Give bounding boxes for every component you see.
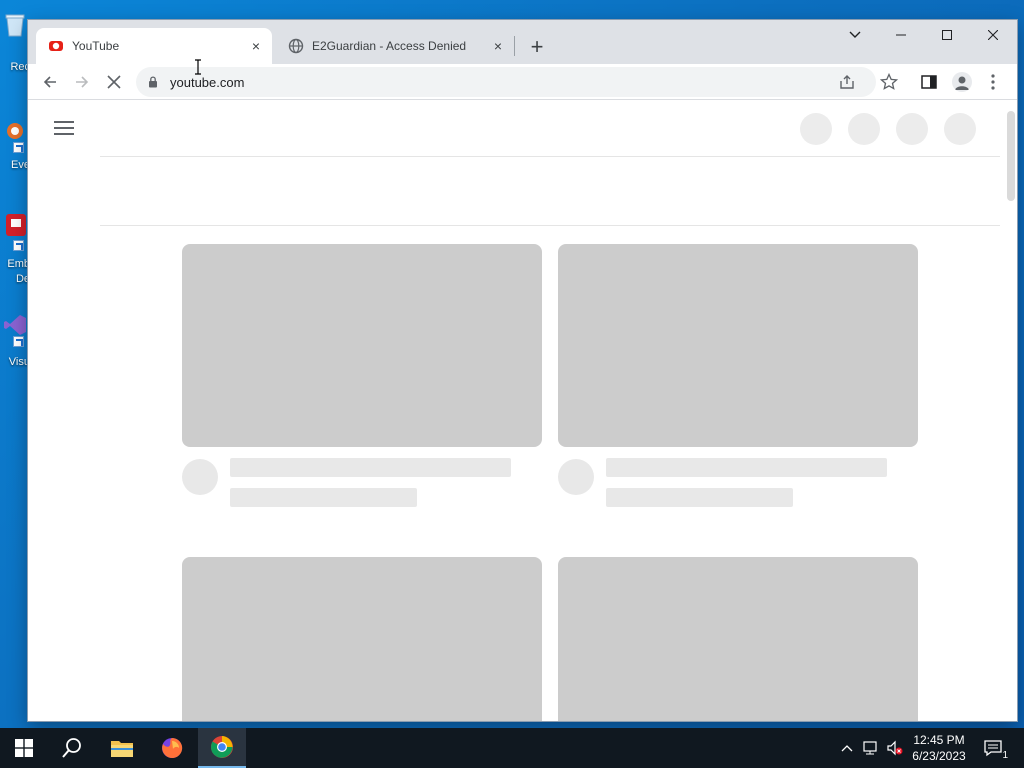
tab-e2guardian[interactable]: E2Guardian - Access Denied × bbox=[278, 28, 514, 64]
chevron-up-icon bbox=[841, 745, 853, 752]
maximize-icon bbox=[942, 30, 952, 40]
network-icon bbox=[863, 741, 877, 755]
windows-logo-icon bbox=[15, 739, 33, 757]
profile-avatar[interactable] bbox=[952, 72, 972, 92]
new-tab-button[interactable]: + bbox=[524, 34, 550, 60]
search-button[interactable] bbox=[48, 728, 96, 768]
maximize-button[interactable] bbox=[924, 20, 970, 50]
video-thumbnail-skeleton bbox=[182, 557, 542, 721]
minimize-button[interactable] bbox=[878, 20, 924, 50]
tab-search-button[interactable] bbox=[832, 20, 878, 50]
tab-title: E2Guardian - Access Denied bbox=[312, 39, 467, 53]
taskbar: 12:45 PM 6/23/2023 1 bbox=[0, 728, 1024, 768]
chips-divider bbox=[100, 225, 1000, 226]
minimize-icon bbox=[896, 34, 906, 36]
back-button[interactable] bbox=[35, 67, 65, 97]
youtube-favicon-icon bbox=[49, 41, 63, 51]
globe-icon bbox=[288, 38, 304, 54]
show-hidden-icons-button[interactable] bbox=[838, 739, 856, 757]
notification-icon bbox=[984, 740, 1002, 757]
menu-icon[interactable] bbox=[54, 121, 74, 135]
side-panel-icon[interactable] bbox=[921, 74, 937, 90]
recycle-bin-icon bbox=[5, 14, 25, 37]
skeleton-header-icon bbox=[848, 113, 880, 145]
video-thumbnail-skeleton bbox=[182, 244, 542, 447]
page-scrollbar[interactable] bbox=[1007, 111, 1015, 201]
close-window-button[interactable] bbox=[970, 20, 1016, 50]
browser-toolbar: youtube.com bbox=[28, 64, 1017, 100]
lock-icon bbox=[149, 76, 157, 88]
video-thumbnail-skeleton bbox=[558, 557, 918, 721]
shortcut-arrow-icon bbox=[13, 142, 24, 153]
video-thumbnail-skeleton bbox=[558, 244, 918, 447]
header-divider bbox=[100, 156, 1000, 157]
close-icon bbox=[107, 75, 121, 89]
embarcadero-app-icon bbox=[6, 214, 26, 236]
browser-window: YouTube × E2Guardian - Access Denied × + bbox=[28, 20, 1017, 721]
chrome-button[interactable] bbox=[198, 728, 246, 768]
page-content bbox=[28, 101, 1017, 721]
person-icon bbox=[955, 76, 969, 90]
forward-button[interactable] bbox=[67, 67, 97, 97]
video-meta-skeleton bbox=[606, 488, 793, 507]
close-tab-icon[interactable]: × bbox=[488, 36, 508, 56]
search-icon bbox=[62, 738, 81, 758]
desktop-icon-label: Emb bbox=[7, 258, 30, 270]
text-cursor-icon bbox=[195, 59, 201, 75]
visual-studio-icon bbox=[4, 315, 26, 335]
chrome-icon bbox=[211, 736, 233, 758]
arrow-right-icon bbox=[76, 76, 89, 88]
notifications-button[interactable]: 1 bbox=[982, 739, 1008, 761]
firefox-icon bbox=[162, 737, 183, 758]
tab-strip: YouTube × E2Guardian - Access Denied × + bbox=[28, 20, 1017, 64]
skeleton-header-icon bbox=[800, 113, 832, 145]
tab-separator bbox=[514, 36, 515, 56]
skeleton-header-icon bbox=[944, 113, 976, 145]
channel-avatar-skeleton bbox=[558, 459, 594, 495]
shortcut-arrow-icon bbox=[13, 336, 24, 347]
address-bar-url: youtube.com bbox=[170, 75, 245, 90]
arrow-left-icon bbox=[43, 76, 56, 88]
tab-title: YouTube bbox=[72, 39, 120, 53]
video-title-skeleton bbox=[230, 458, 511, 477]
folder-icon bbox=[111, 741, 133, 757]
desktop-icon-label: Visu bbox=[8, 356, 30, 368]
chevron-down-icon bbox=[849, 31, 861, 38]
bookmark-star-icon[interactable] bbox=[880, 73, 898, 91]
clock-time: 12:45 PM bbox=[913, 733, 965, 747]
address-bar[interactable]: youtube.com bbox=[136, 67, 876, 97]
volume-button[interactable] bbox=[886, 739, 904, 757]
shortcut-arrow-icon bbox=[13, 240, 24, 251]
start-button[interactable] bbox=[0, 728, 48, 768]
video-title-skeleton bbox=[606, 458, 887, 477]
file-explorer-button[interactable] bbox=[98, 728, 146, 768]
network-button[interactable] bbox=[862, 739, 880, 757]
volume-muted-icon bbox=[887, 740, 903, 756]
more-vert-icon[interactable] bbox=[990, 73, 996, 91]
close-icon bbox=[988, 30, 998, 40]
system-clock[interactable]: 12:45 PM 6/23/2023 bbox=[906, 732, 972, 764]
share-icon[interactable] bbox=[838, 73, 856, 91]
firefox-button[interactable] bbox=[148, 728, 196, 768]
close-tab-icon[interactable]: × bbox=[246, 36, 266, 56]
skeleton-header-icon bbox=[896, 113, 928, 145]
channel-avatar-skeleton bbox=[182, 459, 218, 495]
notification-count: 1 bbox=[1002, 750, 1008, 761]
video-meta-skeleton bbox=[230, 488, 417, 507]
tab-youtube[interactable]: YouTube × bbox=[36, 28, 272, 64]
stop-loading-button[interactable] bbox=[99, 67, 129, 97]
clock-date: 6/23/2023 bbox=[912, 749, 966, 763]
